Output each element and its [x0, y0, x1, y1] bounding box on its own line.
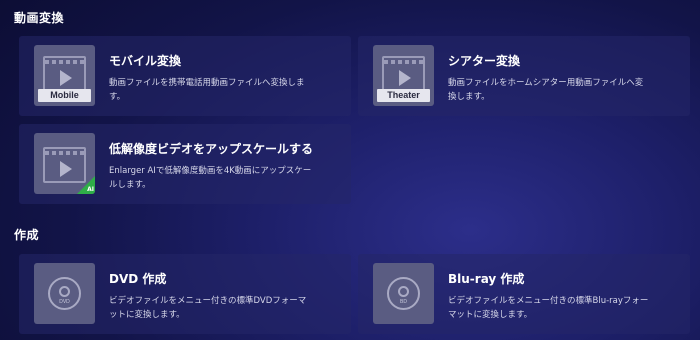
card-desc-mobile: 動画ファイルを携帯電話用動画ファイルへ変換しま す。: [109, 78, 305, 102]
card-desc-dvd: ビデオファイルをメニュー付きの標準DVDフォーマ ットに変換します。: [109, 296, 307, 320]
theater-convert-card[interactable]: Theater シアター変換 動画ファイルをホームシアター用動画ファイルへ変 換…: [358, 36, 690, 116]
disc-label-dvd: DVD: [59, 299, 70, 305]
card-desc-bluray: ビデオファイルをメニュー付きの標準Blu-rayフォー マットに変換します。: [448, 296, 649, 320]
mobile-convert-card[interactable]: Mobile モバイル変換 動画ファイルを携帯電話用動画ファイルへ変換しま す。: [19, 36, 351, 116]
upscale-video-card[interactable]: AI 低解像度ビデオをアップスケールする Enlarger AIで低解像度動画を…: [19, 124, 351, 204]
bluray-create-card[interactable]: BD Blu-ray 作成 ビデオファイルをメニュー付きの標準Blu-rayフォ…: [358, 254, 690, 334]
ai-badge-text: AI: [87, 186, 94, 193]
card-title-upscale: 低解像度ビデオをアップスケールする: [109, 142, 314, 156]
section-title-convert: 動画変換: [14, 11, 65, 25]
card-desc-theater: 動画ファイルをホームシアター用動画ファイルへ変 換します。: [448, 78, 644, 102]
disc-icon: BD: [373, 263, 434, 324]
disc-label-bluray: BD: [400, 299, 407, 305]
disc-icon: DVD: [34, 263, 95, 324]
dvd-create-card[interactable]: DVD DVD 作成 ビデオファイルをメニュー付きの標準DVDフォーマ ットに変…: [19, 254, 351, 334]
card-title-mobile: モバイル変換: [109, 54, 182, 68]
card-title-bluray: Blu-ray 作成: [448, 272, 525, 286]
card-title-dvd: DVD 作成: [109, 272, 167, 286]
card-desc-upscale: Enlarger AIで低解像度動画を4K動画にアップスケー ルします。: [109, 166, 312, 190]
film-play-icon: Mobile: [34, 45, 95, 106]
thumb-tag-theater: Theater: [377, 89, 430, 102]
card-title-theater: シアター変換: [448, 54, 521, 68]
film-play-icon: AI: [34, 133, 95, 194]
thumb-tag-mobile: Mobile: [38, 89, 91, 102]
film-play-icon: Theater: [373, 45, 434, 106]
section-title-create: 作成: [14, 228, 40, 242]
